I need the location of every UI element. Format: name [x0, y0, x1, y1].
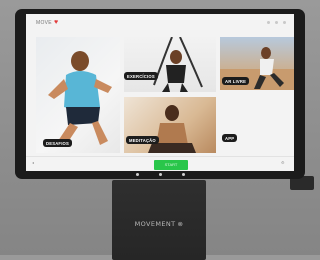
ropes-photo [153, 37, 203, 92]
stand-brand-logo: MOVEMENT ⊗ [112, 220, 206, 228]
tile-label: AR LIVRE [222, 77, 250, 85]
nav-dot-icon [135, 173, 139, 176]
meditation-photo [148, 105, 196, 153]
tile-label: MEDITAÇÃO [126, 136, 159, 144]
top-status-icons [267, 21, 286, 24]
tile-meditacao[interactable]: MEDITAÇÃO [124, 97, 216, 153]
screen-top-bar: MOVE ♥ [26, 14, 294, 34]
monitor-frame: MOVE ♥ DESAFIOS EXERCÍCIOS AR LIVRE MEDI… [15, 9, 305, 179]
start-button[interactable]: START [154, 160, 188, 170]
back-icon[interactable]: ◂ [32, 161, 34, 165]
screen-bottom-bar: ◂ START ⚙ [26, 156, 294, 171]
brand-name: MOVEMENT [134, 220, 176, 228]
tile-label: DESAFIOS [43, 139, 73, 147]
status-dot-icon [275, 21, 278, 24]
tile-label: EXERCÍCIOS [124, 72, 158, 80]
tile-desafios[interactable]: DESAFIOS [36, 37, 120, 153]
nav-dot-icon [158, 173, 162, 176]
bezel-nav-dots [15, 173, 305, 176]
screen-logo: MOVE [36, 20, 52, 26]
status-dot-icon [283, 21, 286, 24]
tile-app[interactable]: APP [220, 94, 294, 153]
status-dot-icon [267, 21, 270, 24]
brand-mark-icon: ⊗ [177, 220, 184, 228]
monitor-stand: MOVEMENT ⊗ [112, 180, 206, 260]
nav-dot-icon [181, 173, 185, 176]
runner-photo [48, 51, 112, 145]
tile-label: APP [222, 134, 238, 142]
heart-icon[interactable]: ♥ [54, 19, 58, 26]
touch-screen: MOVE ♥ DESAFIOS EXERCÍCIOS AR LIVRE MEDI… [26, 14, 294, 171]
tile-ar-livre[interactable]: AR LIVRE [220, 37, 294, 90]
gear-icon[interactable]: ⚙ [281, 161, 285, 165]
tile-exercicios[interactable]: EXERCÍCIOS [124, 37, 216, 92]
